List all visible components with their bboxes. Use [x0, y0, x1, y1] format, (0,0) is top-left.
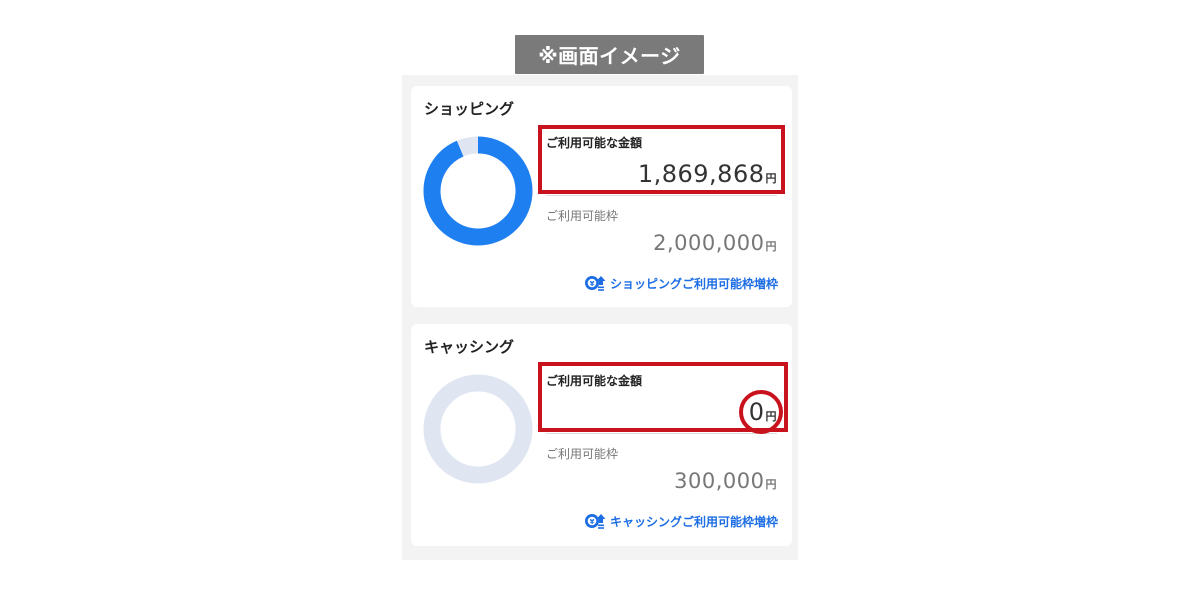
- credit-limit-up-icon: ¥: [584, 514, 606, 529]
- cashing-increase-link[interactable]: ¥ キャッシングご利用可能枠増枠: [584, 512, 778, 530]
- shopping-donut-arc: [423, 136, 533, 246]
- cashing-limit-value: 300,000: [674, 469, 765, 493]
- shopping-donut-chart: [423, 136, 533, 246]
- cashing-divider: [546, 433, 777, 434]
- shopping-increase-link-label: ショッピングご利用可能枠増枠: [609, 276, 778, 291]
- shopping-available-highlight-box: [538, 125, 785, 194]
- cashing-donut-chart: [423, 374, 533, 484]
- shopping-limit-value: 2,000,000: [653, 231, 765, 255]
- cashing-limit-label: ご利用可能枠: [546, 447, 619, 461]
- shopping-limit-unit: 円: [765, 240, 777, 253]
- shopping-increase-link[interactable]: ¥ ショッピングご利用可能枠増枠: [584, 274, 778, 292]
- cashing-donut-track: [423, 374, 533, 484]
- shopping-limit-label: ご利用可能枠: [546, 209, 619, 223]
- cashing-limit-unit: 円: [765, 478, 777, 491]
- cashing-increase-link-label: キャッシングご利用可能枠増枠: [609, 514, 778, 529]
- shopping-limit-amount: 2,000,000円: [653, 231, 777, 255]
- cashing-amount-highlight-circle: [739, 390, 783, 434]
- cashing-limit-amount: 300,000円: [674, 469, 777, 493]
- shopping-card: ショッピング ご利用可能な金額 1,869,868円 ご利用可能枠 2,000,…: [411, 86, 792, 307]
- cashing-card: キャッシング ご利用可能な金額 0円 ご利用可能枠 300,000円 ¥ キャッ…: [411, 324, 792, 546]
- svg-text:¥: ¥: [590, 518, 595, 526]
- cashing-title: キャッシング: [424, 338, 515, 356]
- credit-limit-up-icon: ¥: [584, 276, 606, 291]
- svg-text:¥: ¥: [590, 280, 595, 288]
- image-note-label: ※画面イメージ: [515, 35, 704, 74]
- shopping-title: ショッピング: [424, 100, 515, 118]
- shopping-divider: [546, 195, 777, 196]
